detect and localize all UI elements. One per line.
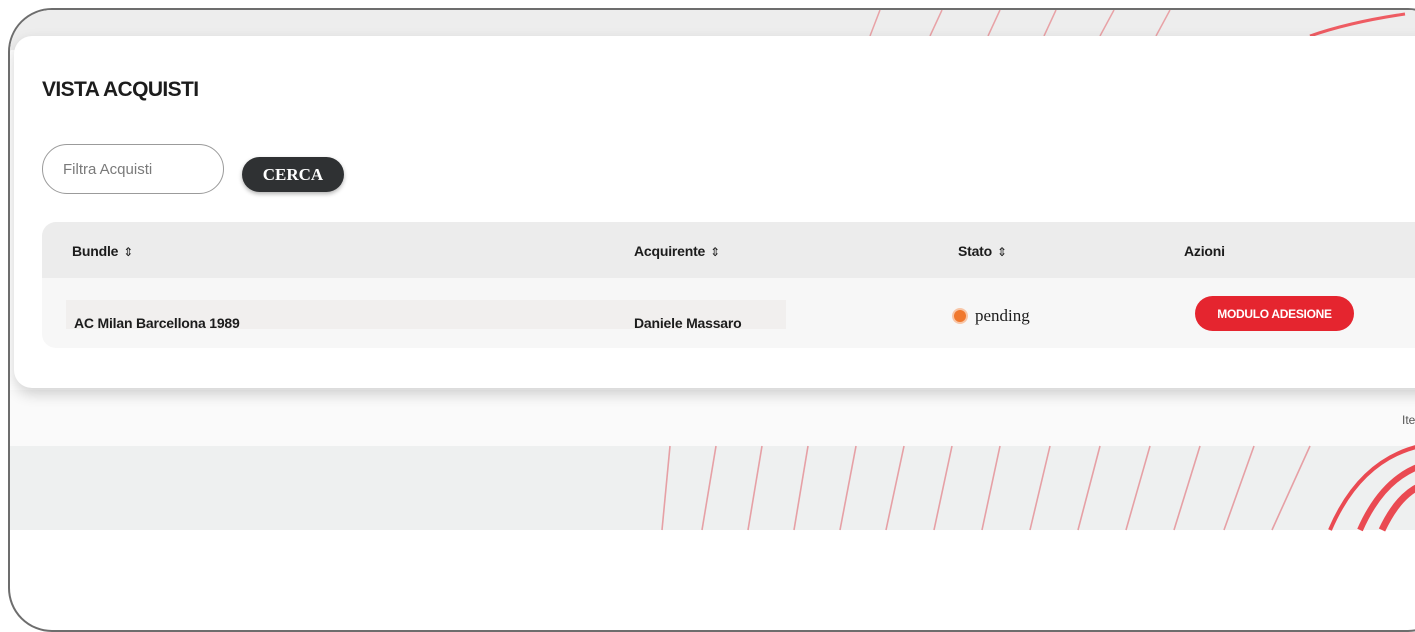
column-header-bundle[interactable]: Bundle ⇕ (72, 243, 133, 259)
purchases-table: Bundle ⇕ Acquirente ⇕ Stato ⇕ Azioni AC Mil… (42, 222, 1415, 348)
search-button[interactable]: CERCA (242, 157, 344, 192)
sort-icon: ⇕ (123, 245, 134, 259)
table-row: AC Milan Barcellona 1989 Daniele Massaro… (42, 278, 1415, 348)
column-header-status[interactable]: Stato ⇕ (958, 243, 1007, 259)
window-frame: VISTA ACQUISTI CERCA Bundle ⇕ Acquirente ⇕… (8, 8, 1415, 632)
column-label: Acquirente (634, 243, 706, 259)
sort-icon: ⇕ (710, 245, 720, 259)
membership-form-button[interactable]: MODULO ADESIONE (1195, 296, 1354, 331)
purchases-card: VISTA ACQUISTI CERCA Bundle ⇕ Acquirente ⇕… (14, 36, 1415, 388)
column-label: Azioni (1184, 243, 1225, 259)
filter-input[interactable] (42, 144, 224, 194)
status-dot-icon (954, 310, 966, 322)
items-per-page-label: Iter (1402, 413, 1415, 427)
table-header: Bundle ⇕ Acquirente ⇕ Stato ⇕ Azioni (42, 222, 1415, 278)
column-label: Bundle (72, 243, 119, 259)
status-label: pending (975, 306, 1030, 325)
cell-buyer: Daniele Massaro (634, 315, 742, 331)
column-header-actions: Azioni (1184, 243, 1225, 259)
column-label: Stato (958, 243, 993, 259)
cell-bundle: AC Milan Barcellona 1989 (74, 315, 240, 331)
column-header-buyer[interactable]: Acquirente ⇕ (634, 243, 720, 259)
sort-icon: ⇕ (997, 245, 1007, 259)
page-title: VISTA ACQUISTI (42, 78, 199, 101)
status-badge: pending (954, 306, 1030, 326)
